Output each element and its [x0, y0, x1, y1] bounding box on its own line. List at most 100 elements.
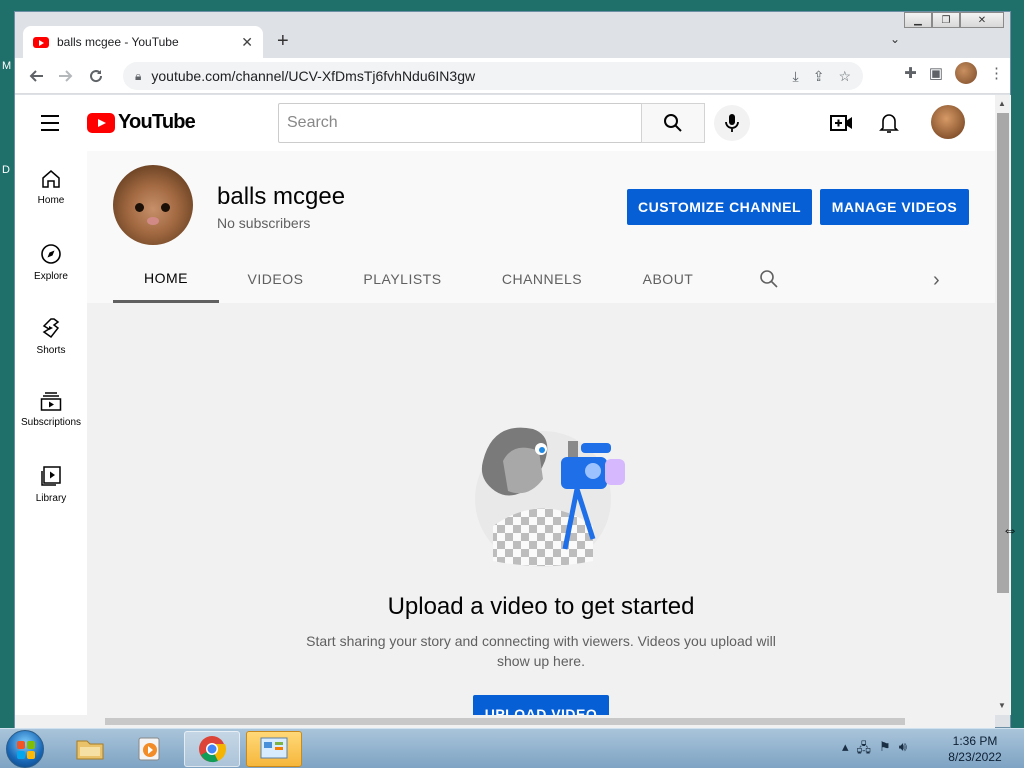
search-icon — [664, 114, 682, 132]
upload-video-button[interactable]: UPLOAD VIDEO — [473, 695, 609, 715]
browser-tab[interactable]: balls mcgee - YouTube ✕ — [23, 26, 263, 58]
extensions-puzzle-icon[interactable]: ✚ — [904, 64, 917, 82]
taskbar-clock[interactable]: 1:36 PM 8/23/2022 — [940, 733, 1010, 765]
restore-button[interactable]: ❐ — [932, 12, 960, 28]
address-bar[interactable]: 🔒︎ youtube.com/channel/UCV-XfDmsTj6fvhNd… — [123, 62, 863, 90]
channel-tabs: HOME VIDEOS PLAYLISTS CHANNELS ABOUT — [113, 255, 725, 303]
vertical-scrollbar[interactable]: ▲ ▼ — [995, 95, 1011, 715]
scroll-up-arrow-icon[interactable]: ▲ — [998, 99, 1006, 108]
search-button[interactable] — [641, 103, 705, 143]
channel-search-icon[interactable] — [759, 269, 779, 294]
control-panel-taskbar-button[interactable] — [246, 731, 302, 767]
window-controls: ▁ ❐ ✕ — [904, 12, 1004, 28]
horizontal-scrollbar-thumb[interactable] — [105, 718, 905, 725]
windows-logo-icon — [17, 741, 35, 759]
horizontal-scrollbar[interactable] — [15, 715, 995, 728]
empty-state-title: Upload a video to get started — [387, 593, 695, 620]
folder-icon — [76, 740, 104, 760]
bookmark-star-icon[interactable]: ☆ — [838, 68, 851, 85]
customize-channel-button[interactable]: CUSTOMIZE CHANNEL — [627, 189, 812, 225]
chrome-taskbar-button[interactable] — [184, 731, 240, 767]
tab-search-chevron-icon[interactable]: ⌄ — [890, 32, 900, 46]
forward-arrow-icon[interactable] — [51, 61, 81, 91]
sidebar-item-subscriptions[interactable]: Subscriptions — [15, 373, 87, 447]
control-panel-icon — [260, 737, 288, 759]
system-tray: ▴ 🖧︎ ⚑ 🔊︎ — [842, 739, 907, 761]
profile-avatar[interactable] — [955, 62, 977, 84]
empty-state-description: Start sharing your story and connecting … — [306, 633, 776, 669]
search-input[interactable]: Search — [278, 103, 642, 143]
manage-videos-button[interactable]: MANAGE VIDEOS — [820, 189, 969, 225]
sidebar-item-shorts[interactable]: Shorts — [15, 299, 87, 373]
youtube-header: YouTube Search — [15, 95, 995, 151]
close-window-button[interactable]: ✕ — [960, 12, 1004, 28]
notifications-bell-icon[interactable] — [877, 111, 901, 135]
youtube-favicon-icon — [33, 36, 49, 48]
network-icon[interactable]: 🖧︎ — [857, 739, 872, 761]
sidebar-item-home[interactable]: Home — [15, 151, 87, 225]
shorts-icon — [42, 318, 60, 339]
empty-state: Upload a video to get started Start shar… — [87, 303, 995, 715]
chevron-right-icon[interactable]: › — [933, 269, 940, 292]
microphone-icon — [725, 114, 739, 132]
action-center-flag-icon[interactable]: ⚑ — [879, 739, 891, 761]
youtube-logo[interactable]: YouTube — [87, 111, 196, 134]
youtube-logo-text: YouTube — [118, 111, 196, 133]
search-placeholder: Search — [287, 114, 338, 131]
sidebar-item-label: Subscriptions — [20, 417, 82, 428]
browser-toolbar: 🔒︎ youtube.com/channel/UCV-XfDmsTj6fvhNd… — [15, 58, 1010, 94]
account-avatar[interactable] — [931, 105, 965, 139]
compass-icon — [41, 244, 61, 264]
home-icon — [42, 170, 60, 188]
channel-header: balls mcgee No subscribers CUSTOMIZE CHA… — [87, 151, 995, 303]
create-video-icon[interactable] — [830, 111, 854, 135]
tab-videos[interactable]: VIDEOS — [219, 255, 332, 303]
install-app-icon[interactable]: ⤓ — [793, 68, 799, 85]
share-icon[interactable]: ⇪ — [813, 68, 825, 85]
upload-illustration — [475, 427, 625, 567]
browser-window: balls mcgee - YouTube ✕ + ⌄ ▁ ❐ ✕ 🔒︎ you… — [14, 11, 1011, 728]
hamburger-menu-icon[interactable] — [41, 115, 59, 136]
new-tab-button[interactable]: + — [277, 30, 289, 53]
resize-cursor-icon: ⇔ — [1002, 522, 1018, 539]
tab-close-icon[interactable]: ✕ — [241, 34, 253, 51]
subscriber-count: No subscribers — [217, 215, 311, 231]
start-button[interactable] — [6, 730, 44, 768]
scroll-down-arrow-icon[interactable]: ▼ — [998, 701, 1006, 710]
tab-bar: balls mcgee - YouTube ✕ + ⌄ ▁ ❐ ✕ — [15, 12, 1010, 58]
minimize-button[interactable]: ▁ — [904, 12, 932, 28]
tab-home[interactable]: HOME — [113, 255, 219, 303]
sidebar-item-library[interactable]: Library — [15, 447, 87, 521]
side-panel-icon[interactable]: ▣ — [929, 64, 943, 82]
volume-icon[interactable]: 🔊︎ — [899, 739, 907, 761]
subscriptions-icon — [40, 392, 62, 411]
media-player-icon — [138, 737, 160, 761]
chrome-icon — [199, 736, 226, 763]
tab-title: balls mcgee - YouTube — [57, 35, 179, 49]
lock-icon[interactable]: 🔒︎ — [135, 69, 141, 84]
channel-avatar[interactable] — [113, 165, 193, 245]
sidebar-item-explore[interactable]: Explore — [15, 225, 87, 299]
media-player-taskbar-button[interactable] — [122, 731, 178, 767]
sidebar-item-label: Shorts — [36, 345, 66, 356]
clock-time: 1:36 PM — [952, 734, 998, 748]
back-arrow-icon[interactable] — [21, 61, 51, 91]
sidebar-item-label: Home — [37, 195, 65, 206]
tab-about[interactable]: ABOUT — [611, 255, 725, 303]
url-text[interactable]: youtube.com/channel/UCV-XfDmsTj6fvhNdu6I… — [151, 68, 792, 84]
sidebar: Home Explore Shorts Subscriptions Librar… — [15, 151, 87, 715]
file-explorer-taskbar-button[interactable] — [62, 731, 118, 767]
show-hidden-icons-icon[interactable]: ▴ — [842, 739, 849, 761]
reload-icon[interactable] — [81, 61, 111, 91]
library-icon — [41, 466, 61, 486]
youtube-page: YouTube Search Home Explore Shorts Subsc… — [15, 95, 995, 715]
tab-channels[interactable]: CHANNELS — [473, 255, 611, 303]
scrollbar-thumb[interactable] — [997, 113, 1009, 593]
desktop-icon-letter: D — [2, 164, 10, 176]
desktop-icon-letter: M — [2, 60, 12, 72]
browser-menu-icon[interactable]: ⋮ — [989, 64, 1004, 82]
voice-search-button[interactable] — [714, 105, 750, 141]
tab-playlists[interactable]: PLAYLISTS — [332, 255, 473, 303]
sidebar-item-label: Library — [35, 493, 67, 504]
channel-content: balls mcgee No subscribers CUSTOMIZE CHA… — [87, 151, 995, 715]
